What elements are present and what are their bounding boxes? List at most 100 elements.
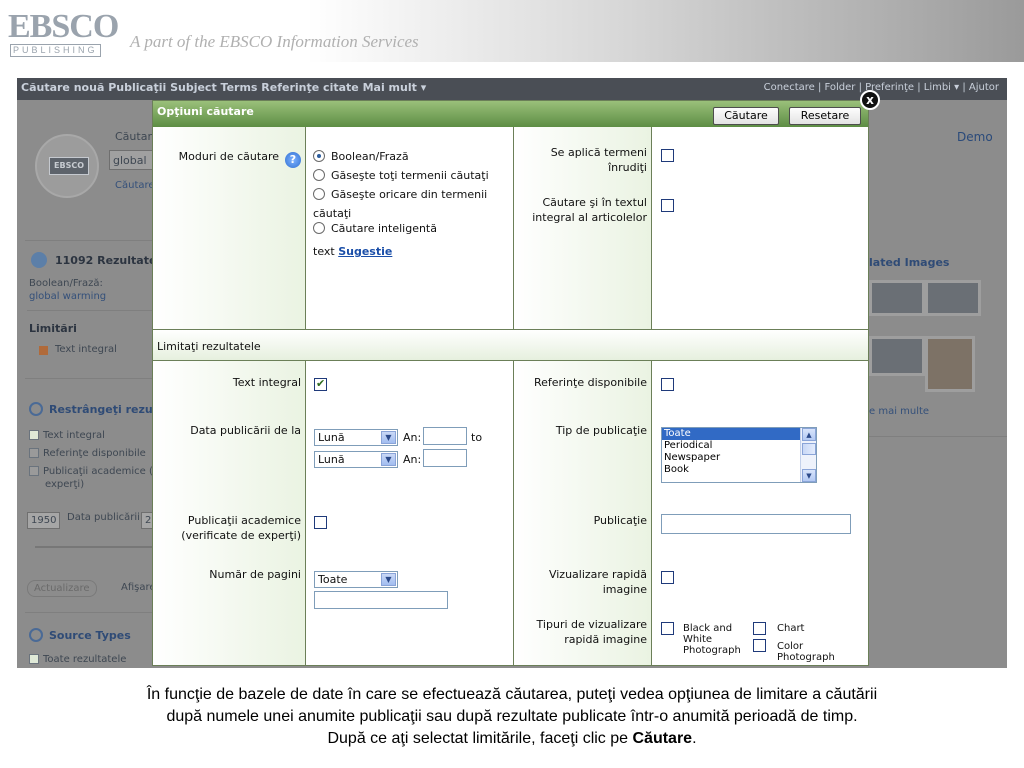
refs-label: Referinţe disponibile (533, 376, 647, 389)
related-terms-label: Se aplică termeni înrudiţi (550, 146, 647, 174)
image-type-bw-checkbox[interactable] (661, 622, 674, 635)
pubtype-label: Tip de publicaţie (555, 424, 647, 437)
image-thumb-1[interactable] (869, 280, 925, 316)
source-all[interactable]: Toate rezultatele (43, 654, 126, 665)
narrow-item-1[interactable]: Text integral (43, 430, 105, 441)
search-modes-label: Moduri de căutare? (157, 149, 301, 168)
suggest-link[interactable]: Sugestie (338, 245, 392, 258)
full-text-label: Text integral (232, 376, 301, 389)
caption-line-3: După ce aţi selectat limitările, faceţi … (327, 730, 697, 747)
dialog-title-bar: Opţiuni căutare Căutare Resetare (153, 101, 868, 127)
to-label: to (471, 431, 483, 444)
search-link[interactable]: Căutare (115, 180, 155, 191)
image-type-color-label: Color Photograph (777, 641, 835, 663)
year-to-label: An: (403, 453, 422, 466)
narrow-item-2[interactable]: Referinţe disponibile (43, 448, 146, 459)
month-from-select[interactable]: Lună ▼ (314, 429, 398, 446)
fulltext-search-label: Căutare şi în textul integral al articol… (532, 196, 647, 224)
scholarly-label: Publicaţii academice (verificate de expe… (181, 514, 301, 542)
radio-any-terms[interactable] (313, 188, 325, 200)
publication-input[interactable] (661, 514, 851, 534)
year-from-label: An: (403, 431, 422, 444)
help-icon[interactable]: ? (285, 152, 301, 168)
remove-limit-icon[interactable] (39, 346, 48, 355)
image-quick-label: Vizualizare rapidă imagine (548, 568, 647, 596)
image-type-color-checkbox[interactable] (753, 639, 766, 652)
listbox-scrollbar[interactable]: ▲ ▼ (800, 428, 816, 482)
year-to-input[interactable] (423, 449, 467, 467)
image-quick-checkbox[interactable] (661, 571, 674, 584)
image-type-bw-label: Black and White Photograph (683, 623, 741, 656)
top-banner: EBSCO PUBLISHING A part of the EBSCO Inf… (0, 0, 1024, 62)
search-header: EBSCO Căutare global Căutare (27, 116, 169, 198)
radio-smart-text[interactable] (313, 222, 325, 234)
search-button[interactable]: Căutare (713, 107, 779, 125)
pages-input[interactable] (314, 591, 448, 609)
tagline: A part of the EBSCO Information Services (130, 32, 419, 51)
mode-label: Boolean/Frază: (29, 278, 103, 289)
nav-links[interactable]: Căutare nouă Publicaţii Subject Terms Re… (21, 81, 426, 94)
chevron-down-icon: ▼ (381, 573, 396, 586)
radio-boolean[interactable] (313, 150, 325, 162)
limit-results-title: Limitaţi rezultatele (157, 340, 261, 353)
close-icon[interactable]: x (860, 90, 880, 110)
radio-all-terms[interactable] (313, 169, 325, 181)
limit-results-bar: Limitaţi rezultatele (153, 329, 868, 361)
show-link[interactable]: Afişare (121, 582, 156, 593)
mode-value[interactable]: global warming (29, 291, 106, 302)
narrow-item-3[interactable]: Publicaţii academice (ver (43, 466, 169, 477)
fulltext-search-checkbox[interactable] (661, 199, 674, 212)
related-images-header: lated Images (869, 256, 950, 269)
dialog-title: Opţiuni căutare (157, 105, 254, 118)
slide-caption: În funcţie de bazele de date în care se … (20, 684, 1004, 750)
ebsco-host-logo: EBSCO (35, 134, 99, 198)
pages-label: Număr de pagini (209, 568, 301, 581)
narrow-toggle-icon[interactable] (29, 402, 43, 416)
pubtype-listbox[interactable]: Toate Periodical Newspaper Book ▲ ▼ (661, 427, 817, 483)
pubdate-label: Data publicării de la (190, 424, 301, 437)
source-types-header: Source Types (49, 629, 131, 642)
caption-line-1: În funcţie de bazele de date în care se … (146, 686, 878, 703)
demo-label: Demo (957, 130, 993, 144)
refs-checkbox[interactable] (661, 378, 674, 391)
related-terms-checkbox[interactable] (661, 149, 674, 162)
chevron-up-icon[interactable]: ▲ (802, 428, 816, 441)
scrollbar-thumb[interactable] (802, 443, 816, 455)
pubtype-option[interactable]: Toate (662, 428, 800, 440)
ebsco-publishing-logo: EBSCO PUBLISHING (8, 8, 120, 57)
image-types-label: Tipuri de vizualizare rapidă imagine (536, 618, 647, 646)
chevron-down-icon[interactable]: ▼ (802, 469, 816, 482)
more-images-link[interactable]: e mai multe (869, 406, 929, 417)
image-type-chart-checkbox[interactable] (753, 622, 766, 635)
chevron-down-icon: ▼ (381, 431, 396, 444)
pages-select[interactable]: Toate ▼ (314, 571, 398, 588)
chevron-down-icon: ▼ (381, 453, 396, 466)
app-nav-bar: Căutare nouă Publicaţii Subject Terms Re… (17, 78, 1007, 100)
slide: EBSCO PUBLISHING A part of the EBSCO Inf… (0, 0, 1024, 768)
month-to-select[interactable]: Lună ▼ (314, 451, 398, 468)
scholarly-checkbox[interactable] (314, 516, 327, 529)
limit-item: Text integral (55, 344, 117, 355)
reset-button[interactable]: Resetare (789, 107, 861, 125)
narrow-item-3-cont: experţi) (45, 479, 85, 490)
limits-header: Limitări (29, 322, 77, 335)
update-button[interactable]: Actualizare (27, 580, 97, 597)
image-thumb-2[interactable] (925, 280, 981, 316)
nav-right-links[interactable]: Conectare | Folder | Preferinţe | Limbi … (764, 82, 999, 93)
source-toggle-icon[interactable] (29, 628, 43, 642)
year-slider[interactable] (35, 546, 167, 548)
pubtype-option[interactable]: Book (662, 464, 816, 476)
collapse-icon[interactable] (31, 252, 47, 268)
search-modes-group: Boolean/Frază Găseşte toţi termenii căut… (313, 150, 489, 258)
logo-text: EBSCO (8, 8, 119, 45)
pubtype-option[interactable]: Newspaper (662, 452, 816, 464)
year-from-input[interactable] (423, 427, 467, 445)
image-type-chart-label: Chart (777, 623, 805, 634)
year-from-input[interactable]: 1950 (27, 512, 61, 529)
caption-line-2: după numele unei anumite publicaţii sau … (166, 708, 858, 725)
full-text-checkbox[interactable] (314, 377, 327, 391)
image-thumb-3[interactable] (869, 336, 925, 376)
search-options-dialog: Opţiuni căutare Căutare Resetare Moduri … (152, 100, 869, 666)
pubtype-option[interactable]: Periodical (662, 440, 816, 452)
image-thumb-4[interactable] (925, 336, 975, 392)
